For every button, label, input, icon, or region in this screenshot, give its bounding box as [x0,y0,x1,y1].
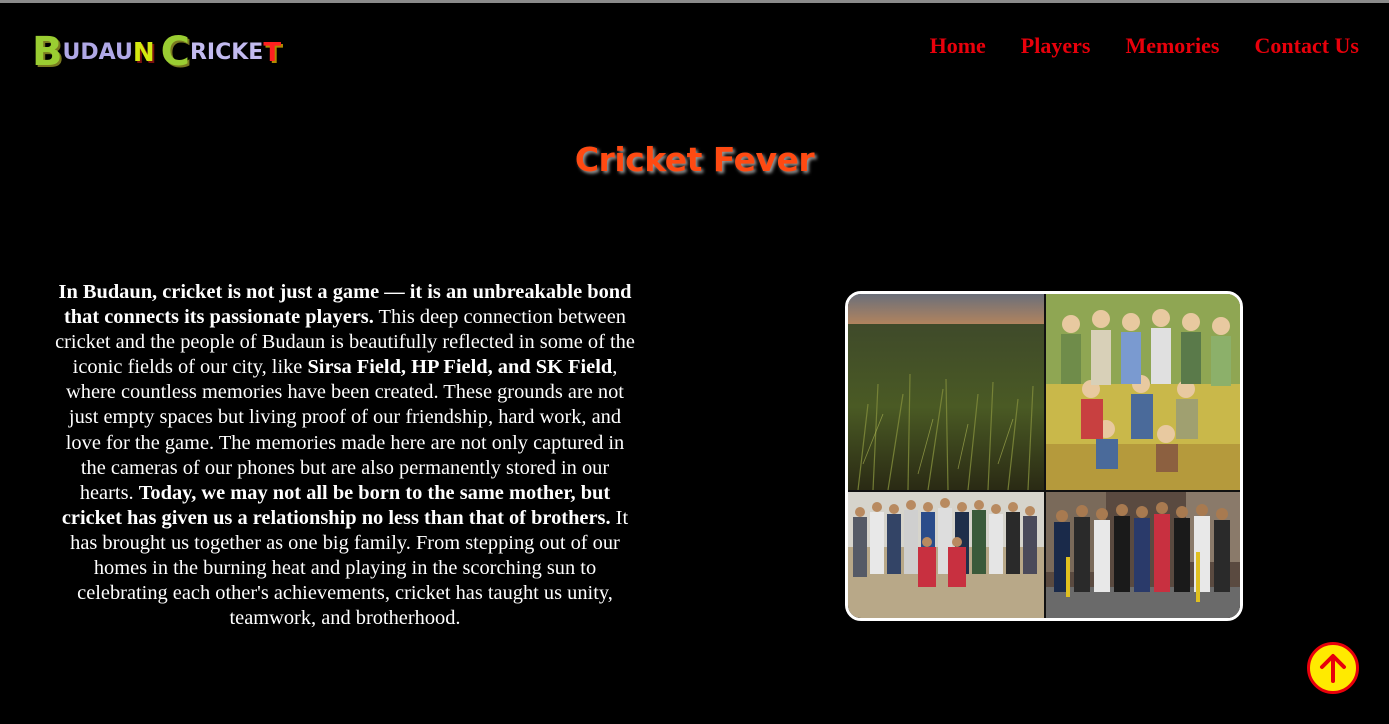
logo-letter-n: N [132,38,155,68]
nav-contact-link[interactable]: Contact Us [1255,33,1360,59]
nav-home-link[interactable]: Home [930,33,986,59]
top-border [0,0,1389,3]
story-segment-5: Today, we may not all be born to the sam… [61,481,611,529]
arrow-up-icon [1320,654,1346,683]
team-photo-ground [848,492,1044,618]
photo-collage [845,291,1243,621]
story-paragraph: In Budaun, cricket is not just a game — … [52,280,638,631]
nav-players-link[interactable]: Players [1021,33,1091,59]
main-nav: Home Players Memories Contact Us [930,33,1359,59]
logo-letter-b: B [32,29,63,75]
story-segment-3: Sirsa Field, HP Field, and SK Field [307,356,613,379]
logo-text-udau: UDAU [62,40,133,65]
back-to-top-button[interactable] [1307,642,1359,694]
logo-letter-c: C [160,29,190,75]
nav-memories-link[interactable]: Memories [1125,33,1219,59]
logo-letter-t: T [263,38,282,68]
grass-field-photo [848,294,1044,490]
site-logo[interactable]: B UDAU N C RICKE T [32,28,281,72]
team-photo-street [1046,492,1240,618]
logo-text-ricke: RICKE [189,40,264,65]
team-illustration [1046,294,1240,490]
page-title: Cricket Fever [574,140,815,179]
